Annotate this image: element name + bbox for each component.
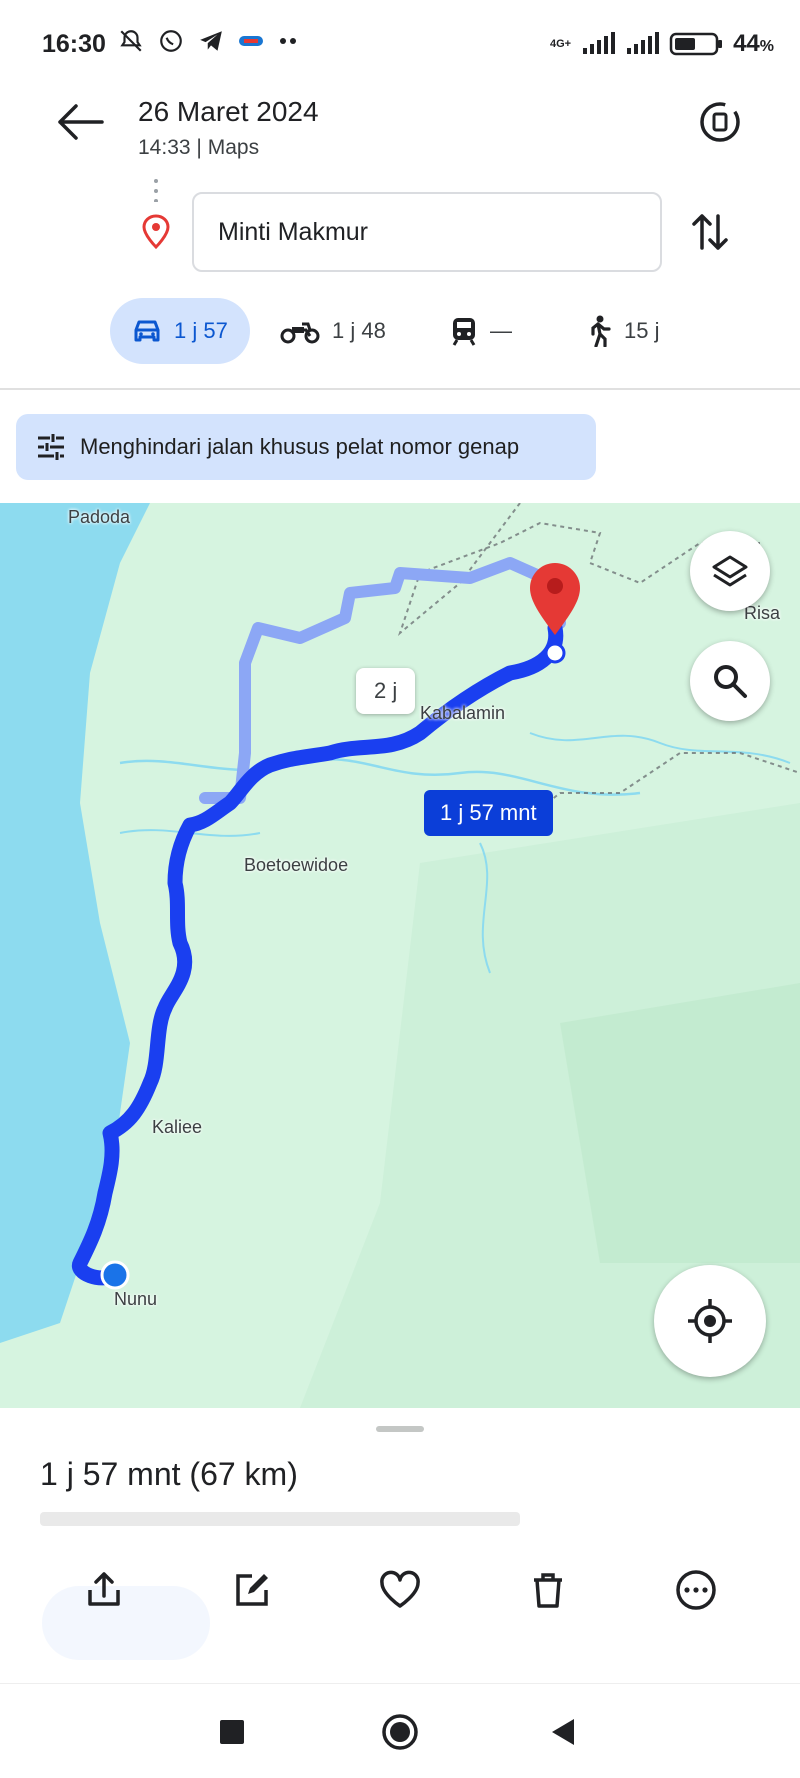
- tab-walk-label: 15 j: [624, 318, 660, 343]
- route-option-chip[interactable]: Menghindari jalan khusus pelat nomor gen…: [16, 414, 596, 480]
- bottom-sheet: 1 j 57 mnt (67 km): [0, 1408, 800, 1683]
- route-summary: 1 j 57 mnt (67 km): [40, 1456, 298, 1492]
- home-button[interactable]: [378, 1710, 422, 1754]
- network-type: 4G+: [549, 37, 572, 50]
- destination-pin-icon: [142, 214, 170, 250]
- car-icon: [134, 320, 160, 342]
- square-icon: [220, 1720, 244, 1744]
- more-horizontal-icon: [676, 1570, 716, 1610]
- system-navigation-bar: [0, 1683, 800, 1778]
- train-icon: [452, 318, 476, 346]
- tab-car-label: 1 j 57: [174, 318, 228, 343]
- battery-icon: [669, 32, 723, 56]
- signal-icon: [583, 32, 616, 54]
- sheet-drag-handle[interactable]: [376, 1426, 424, 1432]
- heart-icon: [380, 1570, 420, 1608]
- map-label-risa: Risa: [744, 603, 781, 623]
- favorite-button[interactable]: [368, 1558, 432, 1622]
- tab-motorcycle[interactable]: 1 j 48: [280, 298, 386, 364]
- tab-transit[interactable]: —: [450, 298, 512, 364]
- destination-text: Minti Makmur: [218, 218, 369, 246]
- map-label-kabalamin: Kabalamin: [420, 703, 506, 723]
- more-options-button[interactable]: [664, 1558, 728, 1622]
- circle-icon: [382, 1714, 418, 1750]
- map-label-nunu: Nunu: [114, 1289, 158, 1309]
- whatsapp-icon: [160, 30, 182, 52]
- faded-description-line: [40, 1512, 520, 1526]
- search-icon: [714, 665, 747, 698]
- destination-input[interactable]: Minti Makmur: [192, 192, 662, 272]
- motorcycle-icon: [280, 322, 320, 344]
- travel-mode-tabs: 1 j 57 1 j 48 — 15 j: [110, 298, 750, 364]
- layers-icon: [712, 555, 748, 587]
- my-location-button[interactable]: [654, 1265, 766, 1377]
- layers-button[interactable]: [690, 531, 770, 611]
- status-time: 16:30: [42, 30, 106, 58]
- screen-rotate-icon: [700, 102, 740, 142]
- arrow-left-icon: [58, 104, 104, 140]
- tab-transit-label: —: [490, 318, 512, 343]
- battery-level: 44%: [733, 30, 774, 57]
- tune-icon: [38, 434, 64, 460]
- signal-icon-2: [627, 32, 660, 54]
- back-button[interactable]: [52, 100, 108, 144]
- header-divider: [0, 388, 800, 390]
- mute-icon: [120, 30, 142, 52]
- nav-back-button[interactable]: [540, 1710, 584, 1754]
- edit-button[interactable]: [220, 1558, 284, 1622]
- share-icon: [88, 1572, 120, 1606]
- map-label-kaliee: Kaliee: [152, 1117, 203, 1137]
- walk-icon: [591, 315, 611, 347]
- crosshair-icon: [688, 1299, 732, 1343]
- tab-motorcycle-label: 1 j 48: [332, 318, 386, 343]
- action-bar: [0, 1558, 800, 1638]
- edit-icon: [236, 1574, 268, 1606]
- map-label-boetoewidoe: Boetoewidoe: [244, 855, 349, 875]
- route-connector-dots: [154, 179, 158, 202]
- page-title: 26 Maret 2024: [138, 96, 319, 127]
- recents-button[interactable]: [210, 1710, 254, 1754]
- status-system-icons: 4G+ 44%: [550, 30, 774, 58]
- telegram-icon: [200, 31, 222, 51]
- page-subtitle: 14:33 | Maps: [138, 136, 260, 159]
- map-label-padoda: Padoda: [68, 507, 131, 527]
- route-option-label: Menghindari jalan khusus pelat nomor gen…: [80, 434, 520, 459]
- search-map-button[interactable]: [690, 641, 770, 721]
- more-dots-icon: [280, 38, 296, 44]
- app-icon: [239, 36, 263, 46]
- origin-dot: [100, 1260, 130, 1290]
- status-notification-icons: [118, 28, 300, 54]
- map-view[interactable]: Padoda Risa Kabalamin Boetoewidoe Kaliee…: [0, 503, 800, 1408]
- trash-icon: [534, 1573, 562, 1608]
- tab-car[interactable]: 1 j 57: [110, 298, 250, 364]
- route-alt-badge[interactable]: 2 j: [356, 668, 416, 714]
- share-button[interactable]: [72, 1558, 136, 1622]
- swap-vertical-icon: [692, 214, 728, 250]
- screen-rotate-button[interactable]: [692, 94, 748, 150]
- status-bar: 16:30 4G+ 44%: [0, 0, 800, 96]
- delete-button[interactable]: [516, 1558, 580, 1622]
- triangle-back-icon: [552, 1719, 574, 1745]
- route-main-badge[interactable]: 1 j 57 mnt: [424, 790, 553, 836]
- tab-walk[interactable]: 15 j: [586, 298, 659, 364]
- swap-route-button[interactable]: [690, 208, 730, 256]
